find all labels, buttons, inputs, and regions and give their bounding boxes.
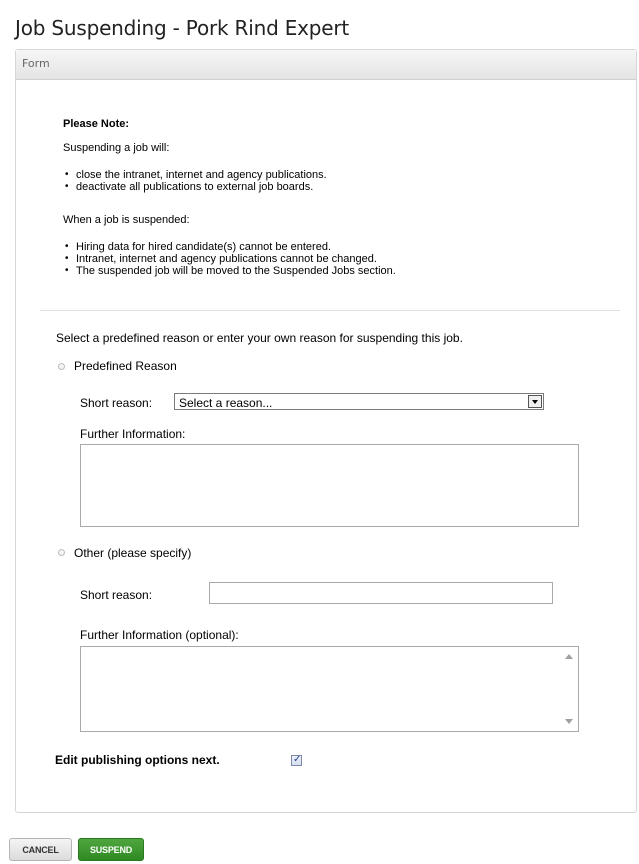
scroll-up-icon[interactable] xyxy=(565,654,573,659)
other-short-reason-input[interactable] xyxy=(209,582,553,604)
panel-header: Form xyxy=(16,50,636,80)
list-item: The suspended job will be moved to the S… xyxy=(65,265,396,277)
further-info-textarea[interactable] xyxy=(80,444,579,527)
note-heading: Please Note: xyxy=(63,118,130,130)
list-item: close the intranet, internet and agency … xyxy=(65,169,327,181)
cancel-button[interactable]: CANCEL xyxy=(9,838,72,861)
panel-header-label: Form xyxy=(22,57,50,70)
page-title: Job Suspending - Pork Rind Expert xyxy=(15,16,350,40)
other-short-reason-label: Short reason: xyxy=(80,588,153,602)
section-divider xyxy=(40,310,620,311)
edit-publishing-checkbox[interactable] xyxy=(291,754,302,766)
suspending-list: close the intranet, internet and agency … xyxy=(65,169,327,193)
further-info-label: Further Information: xyxy=(80,427,186,441)
other-further-info-textarea[interactable] xyxy=(80,646,579,732)
short-reason-select[interactable]: Select a reason... xyxy=(174,393,544,410)
list-item: Hiring data for hired candidate(s) canno… xyxy=(65,241,396,253)
suspend-button[interactable]: SUSPEND xyxy=(78,838,144,861)
suspending-intro: Suspending a job will: xyxy=(63,142,170,154)
predefined-reason-label: Predefined Reason xyxy=(74,359,177,373)
other-reason-radio[interactable] xyxy=(58,549,65,556)
other-further-info-label: Further Information (optional): xyxy=(80,628,239,642)
edit-publishing-label: Edit publishing options next. xyxy=(55,753,220,767)
scroll-down-icon[interactable] xyxy=(565,719,573,724)
suspended-intro: When a job is suspended: xyxy=(63,214,190,226)
short-reason-label: Short reason: xyxy=(80,396,153,410)
reason-instruction: Select a predefined reason or enter your… xyxy=(56,331,463,345)
list-item: deactivate all publications to external … xyxy=(65,181,327,193)
list-item: Intranet, internet and agency publicatio… xyxy=(65,253,396,265)
other-reason-label: Other (please specify) xyxy=(74,546,192,560)
suspended-list: Hiring data for hired candidate(s) canno… xyxy=(65,241,396,277)
textarea-scrollbar[interactable] xyxy=(561,648,577,730)
predefined-reason-radio[interactable] xyxy=(58,363,65,370)
short-reason-select-value: Select a reason... xyxy=(179,396,273,410)
chevron-down-icon[interactable] xyxy=(528,395,542,408)
